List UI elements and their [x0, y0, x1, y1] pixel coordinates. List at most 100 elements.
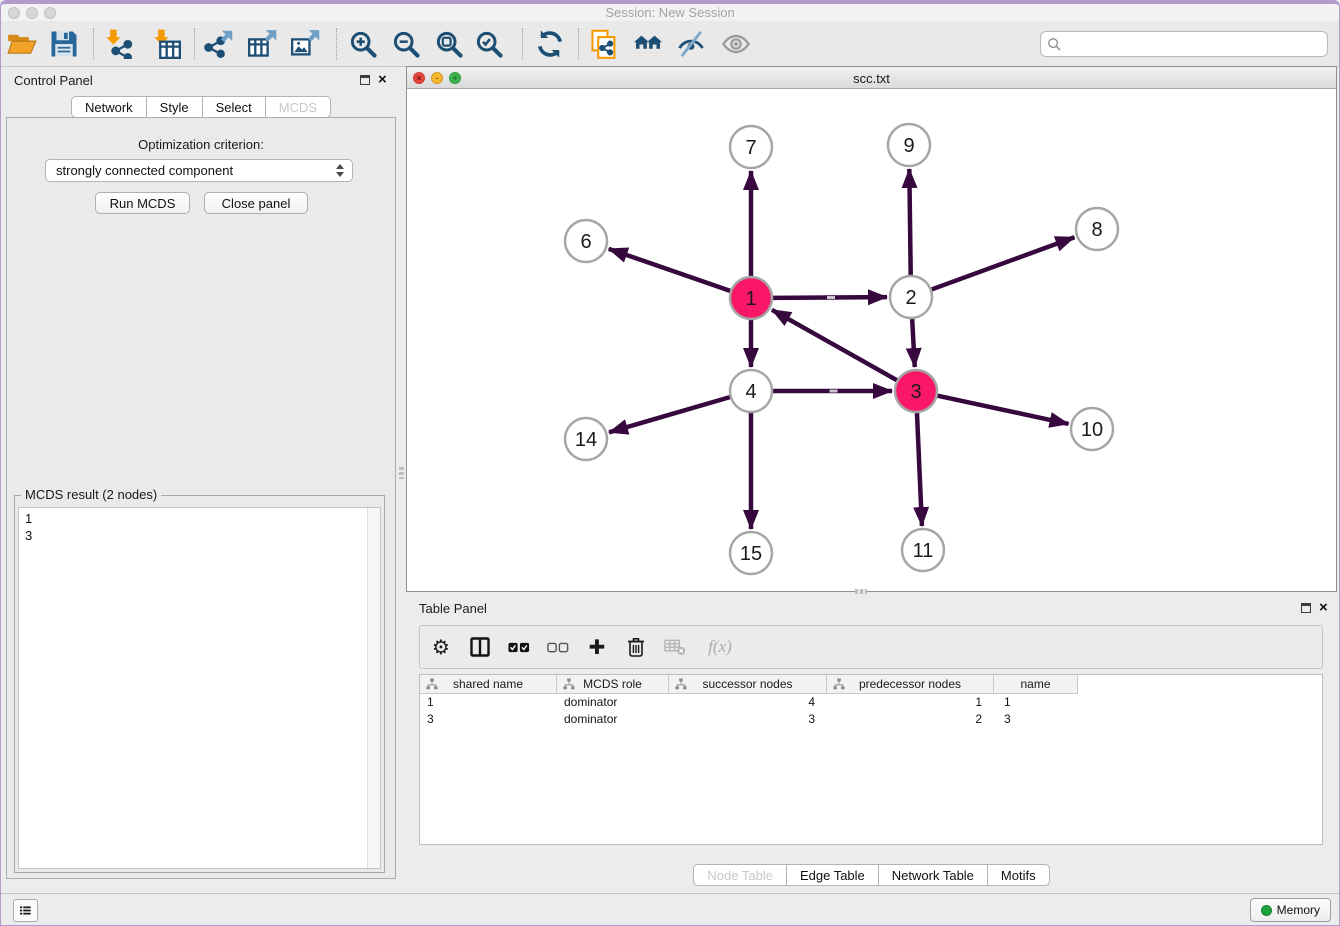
export-image-button[interactable]	[289, 27, 323, 61]
apply-layout-button[interactable]	[533, 27, 567, 61]
edge-3-1[interactable]	[772, 310, 897, 380]
cell-predecessor-nodes[interactable]: 2	[827, 711, 994, 728]
search-input[interactable]	[1062, 34, 1327, 54]
tab-edge-table[interactable]: Edge Table	[787, 864, 879, 886]
edge-2-8[interactable]	[932, 237, 1075, 289]
show-columns-button[interactable]	[469, 636, 491, 658]
cell-name[interactable]: 3	[994, 711, 1078, 728]
column-header-successor-nodes[interactable]: successor nodes	[669, 675, 827, 694]
node-6[interactable]: 6	[565, 220, 607, 262]
clone-network-icon	[589, 29, 619, 59]
cell-name[interactable]: 1	[994, 694, 1078, 711]
main-toolbar	[0, 21, 1340, 67]
delete-table-button[interactable]	[664, 636, 686, 658]
import-network-icon	[103, 29, 133, 59]
node-14[interactable]: 14	[565, 418, 607, 460]
column-header-name[interactable]: name	[994, 675, 1078, 694]
cell-successor-nodes[interactable]: 4	[669, 694, 827, 711]
edge-2-3[interactable]	[912, 319, 915, 367]
node-7[interactable]: 7	[730, 126, 772, 168]
birds-eye-view-button[interactable]	[719, 27, 753, 61]
select-all-columns-button[interactable]	[508, 636, 530, 658]
show-all-networks-button[interactable]	[631, 27, 665, 61]
float-panel-icon[interactable]	[360, 75, 370, 85]
save-session-button[interactable]	[47, 27, 81, 61]
deselect-all-columns-button[interactable]	[547, 636, 569, 658]
edge-3-10[interactable]	[938, 396, 1069, 424]
cell-MCDS-role[interactable]: dominator	[557, 711, 669, 728]
cell-predecessor-nodes[interactable]: 1	[827, 694, 994, 711]
column-type-icon	[563, 678, 575, 691]
zoom-fit-button[interactable]	[432, 27, 466, 61]
tab-network-table[interactable]: Network Table	[879, 864, 988, 886]
column-header-shared-name[interactable]: shared name	[420, 675, 557, 694]
memory-button[interactable]: Memory	[1250, 898, 1331, 922]
tab-style[interactable]: Style	[147, 96, 203, 118]
node-1[interactable]: 1	[730, 277, 772, 319]
horizontal-splitter-handle[interactable]	[855, 589, 867, 594]
export-image-icon	[291, 29, 321, 59]
cell-successor-nodes[interactable]: 3	[669, 711, 827, 728]
export-network-button[interactable]	[202, 27, 236, 61]
node-10[interactable]: 10	[1071, 408, 1113, 450]
vertical-splitter-handle[interactable]	[399, 467, 404, 479]
edge-2-9[interactable]	[909, 169, 910, 275]
clone-network-button[interactable]	[587, 27, 621, 61]
plus-icon: ✚	[589, 637, 606, 657]
edge-3-11[interactable]	[917, 413, 922, 526]
run-mcds-button[interactable]: Run MCDS	[95, 192, 190, 214]
cell-shared-name[interactable]: 3	[420, 711, 557, 728]
import-network-button[interactable]	[101, 27, 135, 61]
node-table: shared nameMCDS rolesuccessor nodesprede…	[419, 674, 1323, 845]
close-table-panel-icon[interactable]: ×	[1319, 603, 1328, 613]
gear-icon: ⚙	[432, 637, 450, 657]
node-15[interactable]: 15	[730, 532, 772, 574]
function-builder-button[interactable]: f(x)	[703, 636, 737, 658]
add-column-button[interactable]: ✚	[586, 636, 608, 658]
task-history-button[interactable]	[13, 899, 38, 922]
column-header-predecessor-nodes[interactable]: predecessor nodes	[827, 675, 994, 694]
zoom-selected-icon	[474, 29, 504, 59]
node-2[interactable]: 2	[890, 276, 932, 318]
column-header-MCDS-role[interactable]: MCDS role	[557, 675, 669, 694]
node-9[interactable]: 9	[888, 124, 930, 166]
delete-table-icon	[664, 639, 686, 656]
export-table-icon	[248, 29, 278, 59]
network-canvas[interactable]: 7 9 6 8 1 2 4 3 14 10 15 11	[407, 89, 1336, 591]
tab-node-table[interactable]: Node Table	[693, 864, 787, 886]
result-scrollbar[interactable]	[367, 508, 380, 868]
tab-select[interactable]: Select	[203, 96, 266, 118]
edge-1-6[interactable]	[609, 249, 731, 291]
export-table-button[interactable]	[246, 27, 280, 61]
zoom-out-button[interactable]	[389, 27, 423, 61]
zoom-in-button[interactable]	[346, 27, 380, 61]
mcds-result-area[interactable]: 13	[18, 507, 381, 869]
criterion-select[interactable]: strongly connected component	[45, 159, 353, 182]
delete-column-button[interactable]	[625, 636, 647, 658]
table-row[interactable]: 1dominator411	[420, 694, 1322, 711]
tab-mcds[interactable]: MCDS	[266, 96, 331, 118]
zoom-selected-button[interactable]	[472, 27, 506, 61]
network-graph[interactable]: 7 9 6 8 1 2 4 3 14 10 15 11	[407, 89, 1336, 591]
columns-icon	[470, 637, 490, 657]
edge-4-14[interactable]	[609, 397, 730, 432]
node-8[interactable]: 8	[1076, 208, 1118, 250]
import-table-button[interactable]	[149, 27, 183, 61]
float-table-panel-icon[interactable]	[1301, 603, 1311, 613]
network-window-titlebar[interactable]: scc.txt	[407, 67, 1336, 89]
tab-motifs[interactable]: Motifs	[988, 864, 1050, 886]
hide-graphics-details-button[interactable]	[674, 27, 708, 61]
table-row[interactable]: 3dominator323	[420, 711, 1322, 728]
open-session-button[interactable]	[5, 27, 39, 61]
node-3[interactable]: 3	[895, 370, 937, 412]
close-panel-icon[interactable]: ×	[378, 75, 387, 85]
node-4[interactable]: 4	[730, 370, 772, 412]
tab-network[interactable]: Network	[71, 96, 147, 118]
table-settings-button[interactable]: ⚙	[430, 636, 452, 658]
cell-MCDS-role[interactable]: dominator	[557, 694, 669, 711]
cell-shared-name[interactable]: 1	[420, 694, 557, 711]
mcds-result-title: MCDS result (2 nodes)	[21, 487, 161, 502]
close-panel-button[interactable]: Close panel	[204, 192, 308, 214]
node-11[interactable]: 11	[902, 529, 944, 571]
column-type-icon	[833, 678, 845, 691]
